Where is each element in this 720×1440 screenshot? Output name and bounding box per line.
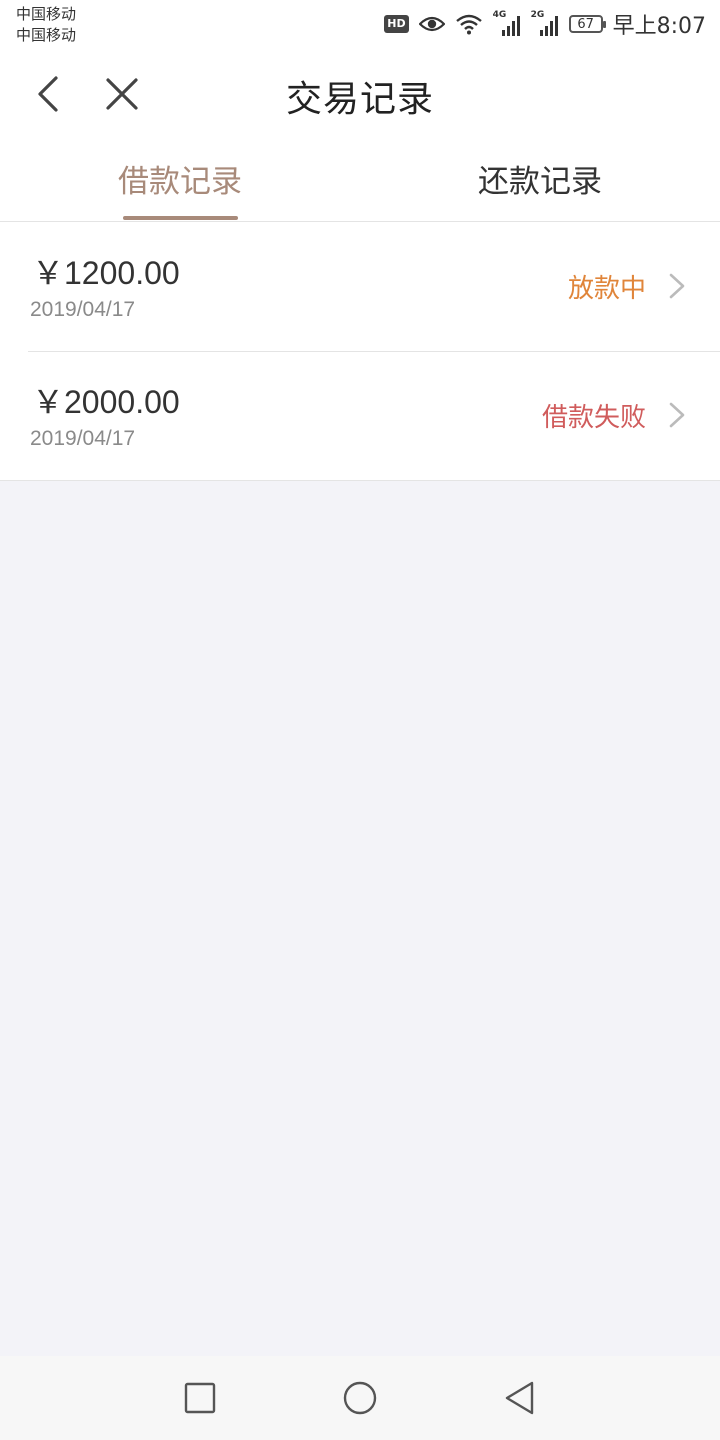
tab-borrow-records[interactable]: 借款记录: [0, 156, 360, 201]
circle-home-icon: [343, 1381, 377, 1415]
battery-icon: 67: [568, 15, 606, 33]
chevron-right-icon: [669, 273, 685, 299]
status-bar: 中国移动 中国移动 HD 4G 2G 67 早上8:07: [0, 0, 720, 48]
system-navigation-bar: [0, 1356, 720, 1440]
record-amount: ￥1200.00: [32, 255, 180, 291]
list-item[interactable]: ￥1200.00 2019/04/17 放款中: [0, 222, 720, 351]
signal-icon: 4G: [493, 10, 521, 36]
hd-icon: HD: [384, 15, 409, 33]
active-tab-indicator: [123, 216, 238, 220]
record-amount: ￥2000.00: [32, 384, 180, 420]
carrier-info: 中国移动 中国移动: [16, 4, 76, 46]
home-button[interactable]: [342, 1380, 378, 1416]
record-tabs: 借款记录 还款记录: [0, 140, 720, 222]
eye-icon: [418, 16, 445, 32]
system-back-button[interactable]: [502, 1380, 538, 1416]
clock: 早上8:07: [612, 14, 706, 39]
page-title: 交易记录: [285, 79, 434, 120]
signal-icon: 2G: [531, 10, 559, 36]
tab-repayment-records[interactable]: 还款记录: [360, 156, 720, 201]
status-badge: 借款失败: [541, 403, 646, 433]
status-badge: 放款中: [567, 274, 646, 304]
list-item[interactable]: ￥2000.00 2019/04/17 借款失败: [0, 351, 720, 480]
recent-apps-button[interactable]: [182, 1380, 218, 1416]
navigation-bar: 交易记录: [0, 48, 720, 140]
status-icons: HD 4G 2G 67 早上8:07: [384, 6, 706, 42]
battery-level: 67: [577, 16, 594, 32]
record-date: 2019/04/17: [30, 427, 136, 450]
triangle-back-icon: [505, 1381, 534, 1415]
record-date: 2019/04/17: [30, 298, 136, 321]
carrier-name-1: 中国移动: [16, 5, 77, 23]
carrier-name-2: 中国移动: [16, 26, 77, 44]
wifi-icon: [455, 14, 482, 35]
chevron-right-icon: [669, 402, 685, 428]
square-recent-icon: [184, 1382, 216, 1414]
record-list: ￥1200.00 2019/04/17 放款中 ￥2000.00 2019/04…: [0, 222, 720, 481]
